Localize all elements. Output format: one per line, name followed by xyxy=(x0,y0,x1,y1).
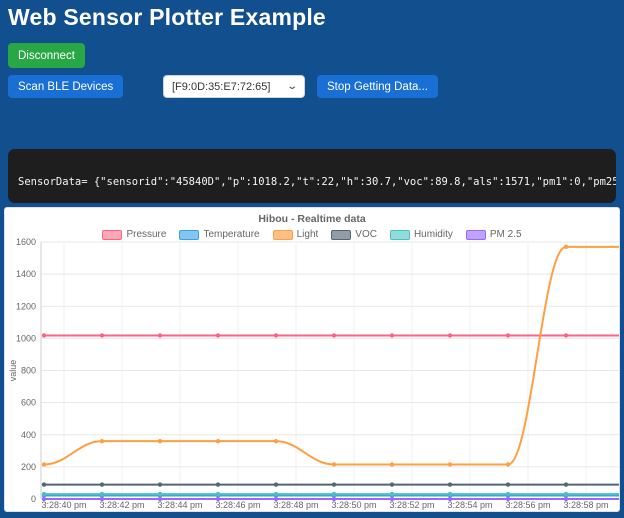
legend-swatch-icon xyxy=(273,230,293,240)
svg-text:200: 200 xyxy=(21,462,36,472)
legend-label: VOC xyxy=(355,229,377,240)
svg-text:3:28:48 pm: 3:28:48 pm xyxy=(273,500,318,510)
chart-title: Hibou - Realtime data xyxy=(5,213,619,225)
svg-text:3:28:50 pm: 3:28:50 pm xyxy=(331,500,376,510)
svg-text:1400: 1400 xyxy=(16,269,36,279)
chart-legend: Pressure Temperature Light VOC Humidity PM 2.… xyxy=(5,229,619,240)
chart-card: 3:28:40 pm 3:28:42 pm 3:28:44 pm 3:28:46 pm… xyxy=(4,207,620,512)
legend-label: PM 2.5 xyxy=(490,229,522,240)
page-title: Web Sensor Plotter Example xyxy=(8,4,326,31)
legend-swatch-icon xyxy=(179,230,199,240)
legend-swatch-icon xyxy=(331,230,351,240)
svg-text:800: 800 xyxy=(21,366,36,376)
svg-text:400: 400 xyxy=(21,430,36,440)
legend-item-pressure[interactable]: Pressure xyxy=(102,229,166,240)
chart-canvas[interactable]: 3:28:40 pm 3:28:42 pm 3:28:44 pm 3:28:46 pm… xyxy=(5,208,620,512)
device-select[interactable]: [F9:0D:35:E7:72:65] ⌄ xyxy=(163,75,305,98)
svg-text:3:28:46 pm: 3:28:46 pm xyxy=(215,500,260,510)
svg-text:1000: 1000 xyxy=(16,333,36,343)
svg-text:3:28:54 pm: 3:28:54 pm xyxy=(447,500,492,510)
device-select-value: [F9:0D:35:E7:72:65] xyxy=(172,81,288,93)
sensor-data-console: SensorData= {"sensorid":"45840D","p":101… xyxy=(8,149,616,203)
svg-text:3:28:56 pm: 3:28:56 pm xyxy=(505,500,550,510)
disconnect-button[interactable]: Disconnect xyxy=(8,43,85,68)
legend-label: Humidity xyxy=(414,229,453,240)
svg-text:3:28:40 pm: 3:28:40 pm xyxy=(41,500,86,510)
svg-text:3:28:44 pm: 3:28:44 pm xyxy=(157,500,202,510)
legend-label: Light xyxy=(297,229,319,240)
legend-swatch-icon xyxy=(466,230,486,240)
svg-text:1200: 1200 xyxy=(16,301,36,311)
svg-text:3:28:52 pm: 3:28:52 pm xyxy=(389,500,434,510)
svg-text:600: 600 xyxy=(21,398,36,408)
stop-getting-data-button[interactable]: Stop Getting Data... xyxy=(317,75,438,98)
chevron-down-icon: ⌄ xyxy=(286,82,298,92)
legend-swatch-icon xyxy=(102,230,122,240)
svg-text:3:28:42 pm: 3:28:42 pm xyxy=(99,500,144,510)
legend-item-pm-2-5[interactable]: PM 2.5 xyxy=(466,229,522,240)
legend-item-temperature[interactable]: Temperature xyxy=(179,229,259,240)
legend-swatch-icon xyxy=(390,230,410,240)
svg-text:0: 0 xyxy=(31,494,36,504)
scan-ble-devices-button[interactable]: Scan BLE Devices xyxy=(8,75,123,98)
legend-item-humidity[interactable]: Humidity xyxy=(390,229,453,240)
legend-label: Temperature xyxy=(203,229,259,240)
legend-item-light[interactable]: Light xyxy=(273,229,319,240)
svg-text:3:28:58 pm: 3:28:58 pm xyxy=(563,500,608,510)
legend-label: Pressure xyxy=(126,229,166,240)
legend-item-voc[interactable]: VOC xyxy=(331,229,377,240)
svg-text:value: value xyxy=(8,360,18,382)
